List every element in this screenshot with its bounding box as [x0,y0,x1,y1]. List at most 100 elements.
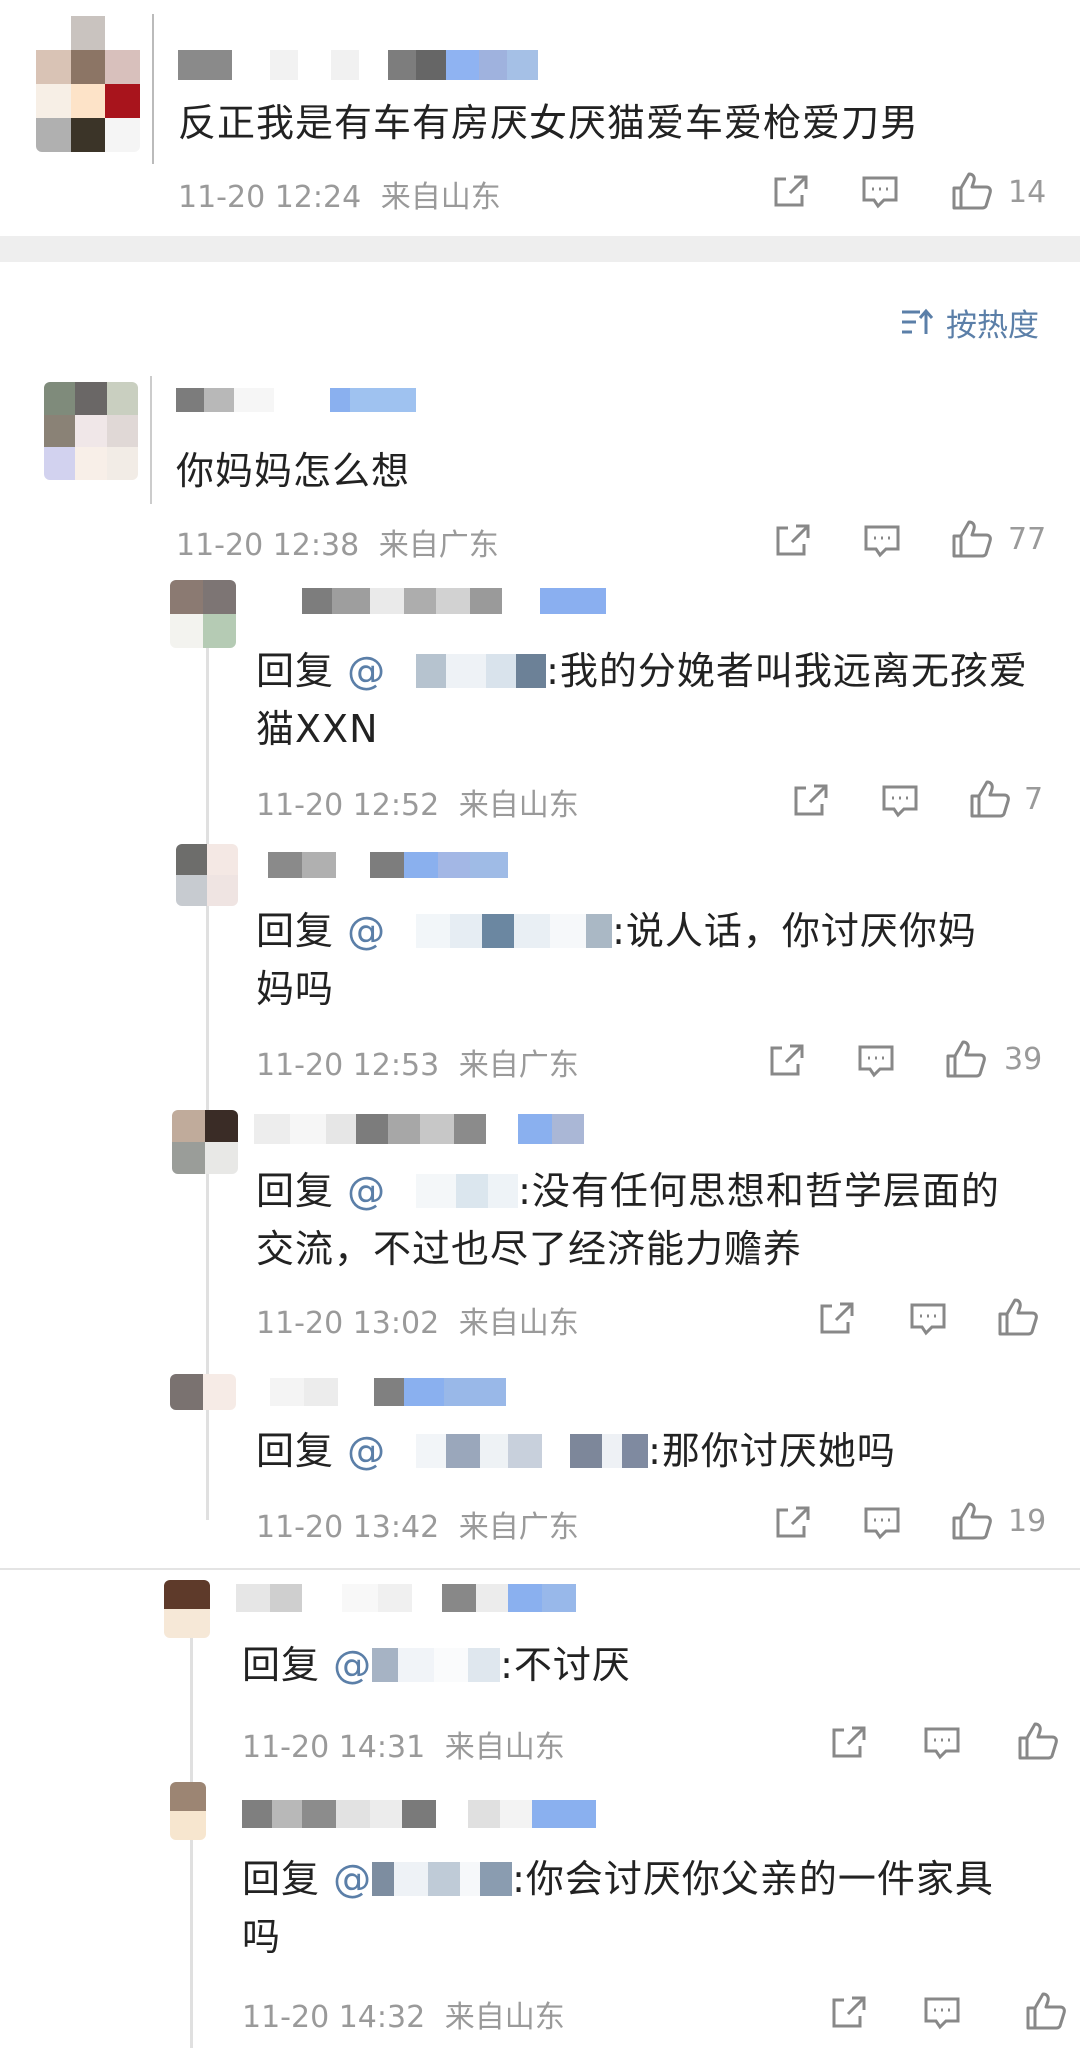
reply-prefix: 回复 [242,1857,321,1901]
reply-time: 11-20 12:52 [256,788,440,823]
thumbs-up-icon[interactable] [944,1038,988,1080]
comment-meta: 11-20 12:38 来自广东 [176,520,499,564]
reply-meta: 11-20 14:32 来自山东 [242,1992,565,2036]
mention-blurred [386,1434,649,1468]
username-blurred[interactable] [236,1584,606,1612]
reply-prefix: 回复 [256,649,335,693]
comment-time: 11-20 12:38 [176,528,360,563]
mention-link[interactable]: @ [347,649,547,693]
reply-prefix: 回复 [242,1643,321,1687]
share-icon[interactable] [770,173,810,209]
comment-icon[interactable] [922,1995,962,2031]
at-sign: @ [333,1643,373,1687]
at-sign: @ [333,1857,373,1901]
reply-meta: 11-20 14:31 来自山东 [242,1722,565,1766]
reply-text: 回复 @:我的分娩者叫我远离无孩爱 [256,642,1028,700]
reply-time: 11-20 13:02 [256,1306,440,1341]
mention-blurred [372,1648,501,1682]
reply-prefix: 回复 [256,1169,335,1213]
thumbs-up-icon[interactable] [1016,1720,1060,1762]
comment-icon[interactable] [862,523,902,559]
reply-location: 来自山东 [444,1730,565,1765]
thumbs-up-icon[interactable] [1024,1990,1068,2032]
like-count: 39 [1004,1042,1043,1077]
at-sign: @ [347,1429,387,1473]
thumbs-up-icon[interactable] [950,518,994,560]
reply-meta: 11-20 12:52 来自山东 [256,780,579,824]
share-icon[interactable] [828,1724,868,1760]
username-blurred[interactable] [242,1800,606,1828]
avatar[interactable] [172,1110,238,1174]
avatar-border-line [152,14,154,164]
comment-location: 来自山东 [380,180,501,215]
username-blurred[interactable] [268,852,508,878]
at-sign: @ [347,909,387,953]
comment-meta: 11-20 12:24 来自山东 [178,172,501,216]
reply-time: 11-20 12:53 [256,1048,440,1083]
reply-line1: :你会讨厌你父亲的一件家具 [512,1857,994,1901]
reply-prefix: 回复 [256,909,335,953]
reply-text: 回复 @ :没有任何思想和哲学层面的 [256,1162,1000,1220]
share-icon[interactable] [772,1504,812,1540]
divider [0,1568,1080,1570]
thumbs-up-icon[interactable] [996,1296,1040,1338]
comment-icon[interactable] [880,783,920,819]
username-blurred[interactable] [266,588,616,614]
share-icon[interactable] [766,1042,806,1078]
share-icon[interactable] [790,782,830,818]
reply-line2: 交流，不过也尽了经济能力赡养 [256,1227,803,1271]
thumbs-up-icon[interactable] [968,778,1012,820]
avatar[interactable] [36,16,140,152]
share-icon[interactable] [828,1994,868,2030]
username-blurred[interactable] [178,50,538,80]
thumbs-up-icon[interactable] [950,1500,994,1542]
reply-line2: 猫XXN [256,707,379,751]
reply-text: 回复 @ :说人话，你讨厌你妈 [256,902,977,960]
mention-link[interactable]: @ [347,1169,519,1213]
mention-blurred [386,1174,519,1208]
avatar[interactable] [170,1782,206,1840]
reply-location: 来自山东 [458,788,579,823]
reply-text: 回复 @ :不讨厌 [242,1636,631,1694]
reply-location: 来自山东 [458,1306,579,1341]
mention-link[interactable]: @ [333,1857,513,1901]
like-count: 77 [1008,522,1047,557]
reply-line1: :没有任何思想和哲学层面的 [518,1169,1000,1213]
reply-meta: 11-20 13:42 来自广东 [256,1502,579,1546]
thumbs-up-icon[interactable] [950,170,994,212]
avatar-border-line [150,376,152,504]
comment-icon[interactable] [908,1301,948,1337]
reply-location: 来自广东 [458,1510,579,1545]
avatar[interactable] [170,1374,236,1410]
avatar[interactable] [164,1580,210,1638]
username-blurred[interactable] [176,388,436,412]
top-comment-card: 反正我是有车有房厌女厌猫爱车爱枪爱刀男 11-20 12:24 来自山东 14 [0,0,1080,236]
reply-time: 11-20 13:42 [256,1510,440,1545]
share-icon[interactable] [816,1300,856,1336]
like-count: 7 [1024,782,1044,817]
comment-text: 你妈妈怎么想 [176,449,411,493]
mention-blurred [386,914,613,948]
avatar[interactable] [176,844,238,906]
reply-line1: :说人话，你讨厌你妈 [612,909,977,953]
at-sign: @ [347,1169,387,1213]
comment-icon[interactable] [862,1505,902,1541]
username-blurred[interactable] [270,1378,506,1406]
username-blurred[interactable] [254,1114,614,1144]
avatar[interactable] [44,382,138,480]
mention-link[interactable]: @ [347,909,613,953]
comment-icon[interactable] [860,174,900,210]
reply-time: 11-20 14:32 [242,2000,426,2035]
mention-link[interactable]: @ [347,1429,649,1473]
reply-prefix: 回复 [256,1429,335,1473]
share-icon[interactable] [772,522,812,558]
reply-line1: :不讨厌 [500,1643,631,1687]
reply-location: 来自山东 [444,2000,565,2035]
reply-location: 来自广东 [458,1048,579,1083]
mention-blurred [386,654,547,688]
mention-blurred [372,1862,513,1896]
mention-link[interactable]: @ [333,1643,501,1687]
comment-icon[interactable] [856,1043,896,1079]
avatar[interactable] [170,580,236,648]
comment-icon[interactable] [922,1725,962,1761]
